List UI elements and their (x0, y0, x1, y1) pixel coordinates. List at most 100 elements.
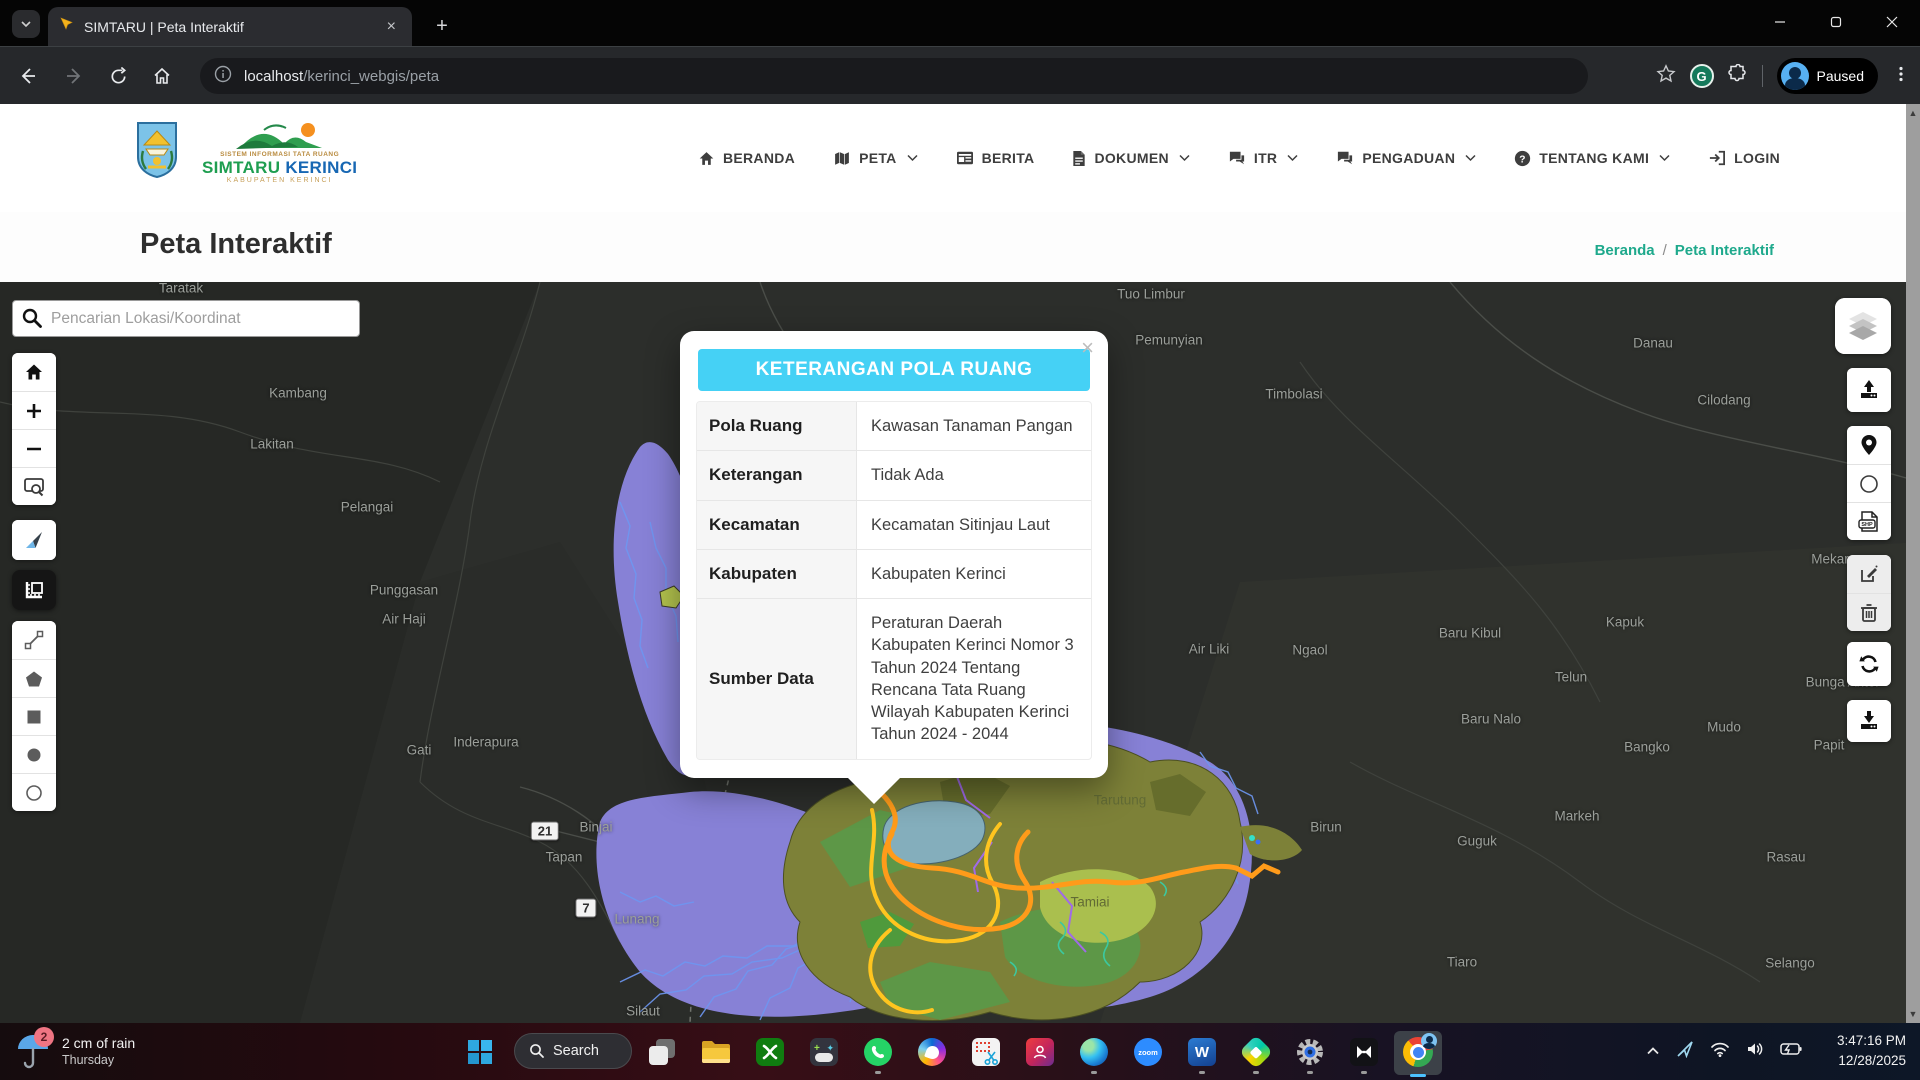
copilot-icon[interactable] (916, 1036, 948, 1068)
nav-peta[interactable]: PETA (833, 150, 918, 167)
zoom-in-icon[interactable] (12, 391, 56, 429)
map-label: Inderapura (453, 735, 518, 750)
game-bar-icon[interactable]: +✦ (808, 1036, 840, 1068)
feature-info-popup: × KETERANGAN POLA RUANG Pola Ruang Kawas… (680, 331, 1108, 778)
taskbar-search[interactable]: Search (514, 1033, 632, 1069)
start-button[interactable] (464, 1036, 496, 1068)
page-scrollbar[interactable]: ▲ ▼ (1906, 104, 1920, 1023)
breadcrumb-home-link[interactable]: Beranda (1595, 242, 1655, 259)
table-row: Kabupaten Kabupaten Kerinci (697, 549, 1091, 598)
file-explorer-icon[interactable] (700, 1036, 732, 1068)
zoom-out-icon[interactable] (12, 429, 56, 467)
scroll-down-icon[interactable]: ▼ (1906, 1007, 1920, 1021)
download-icon[interactable] (1847, 700, 1891, 742)
map-label: Timbolasi (1265, 387, 1322, 402)
bookmark-star-icon[interactable] (1656, 64, 1676, 89)
tab-close-icon[interactable]: × (381, 18, 402, 36)
search-input[interactable] (12, 300, 360, 337)
map-label: Binjai (579, 820, 612, 835)
settings-gear-icon[interactable] (1294, 1036, 1326, 1068)
xbox-icon[interactable] (754, 1036, 786, 1068)
draw-polygon-icon[interactable] (12, 659, 56, 697)
browser-menu-kebab-icon[interactable] (1892, 65, 1910, 88)
new-tab-button[interactable]: + (428, 12, 456, 40)
people-app-icon[interactable] (1024, 1036, 1056, 1068)
volume-icon[interactable] (1746, 1041, 1764, 1062)
draw-circle-icon[interactable] (12, 735, 56, 773)
refresh-icon[interactable] (1847, 642, 1891, 686)
page-title-bar: Peta Interaktif Beranda/Peta Interaktif (0, 212, 1920, 282)
map-label: Gati (407, 743, 432, 758)
draw-line-icon[interactable] (12, 621, 56, 659)
box-zoom-icon[interactable] (12, 467, 56, 505)
nav-tentang-kami[interactable]: ? TENTANG KAMI (1514, 150, 1670, 167)
road-badge: 21 (531, 822, 559, 841)
word-icon[interactable]: W (1186, 1036, 1218, 1068)
nav-itr[interactable]: ITR (1228, 150, 1298, 166)
zoom-icon[interactable]: zoom (1132, 1036, 1164, 1068)
running-indicator (1091, 1071, 1097, 1074)
draw-point-icon[interactable] (12, 773, 56, 811)
news-icon (956, 150, 974, 166)
map-label: Pelangai (341, 500, 394, 515)
upload-icon[interactable] (1847, 368, 1891, 412)
home-icon[interactable] (144, 58, 180, 94)
capcut-icon[interactable] (1348, 1036, 1380, 1068)
wifi-icon[interactable] (1710, 1041, 1730, 1062)
window-close-icon[interactable] (1864, 0, 1920, 44)
snipping-tool-icon[interactable] (970, 1036, 1002, 1068)
chat-icon (1336, 150, 1354, 166)
chrome-icon[interactable] (1402, 1036, 1434, 1068)
weather-widget[interactable]: 2 2 cm of rain Thursday (14, 1031, 135, 1071)
site-info-icon[interactable] (214, 65, 232, 88)
delete-trash-icon[interactable] (1847, 593, 1891, 631)
grammarly-extension-icon[interactable]: G (1690, 64, 1714, 88)
draw-rectangle-icon[interactable] (12, 697, 56, 735)
map-label: Taratak (159, 282, 203, 296)
nav-login[interactable]: LOGIN (1708, 150, 1780, 166)
window-maximize-icon[interactable] (1808, 0, 1864, 44)
measure-tool-icon[interactable] (12, 570, 56, 610)
scroll-up-icon[interactable]: ▲ (1906, 106, 1920, 120)
edge-icon[interactable] (1078, 1036, 1110, 1068)
home-extent-icon[interactable] (12, 353, 56, 391)
window-minimize-icon[interactable] (1752, 0, 1808, 44)
locate-arrow-icon[interactable] (12, 520, 56, 560)
table-row: Kecamatan Kecamatan Sitinjau Laut (697, 500, 1091, 549)
draw-tool-group (12, 621, 56, 811)
location-in-use-icon[interactable] (1676, 1040, 1694, 1063)
tray-date: 12/28/2025 (1837, 1051, 1906, 1071)
browser-tab[interactable]: SIMTARU | Peta Interaktif × (48, 7, 412, 46)
tray-chevron-icon[interactable] (1646, 1043, 1660, 1061)
nav-pengaduan[interactable]: PENGADUAN (1336, 150, 1476, 166)
brand-name-green: SIMTARU (202, 158, 280, 177)
nav-beranda[interactable]: BERANDA (698, 150, 795, 167)
nav-dokumen[interactable]: DOKUMEN (1072, 150, 1189, 167)
reload-icon[interactable] (100, 58, 136, 94)
map-label: Tamiai (1070, 895, 1109, 910)
forward-icon[interactable] (56, 58, 92, 94)
shapefile-icon[interactable]: SHP (1847, 502, 1891, 540)
map-label: Baru Kibul (1439, 626, 1501, 641)
popup-close-icon[interactable]: × (1077, 333, 1098, 363)
edit-icon[interactable] (1847, 555, 1891, 593)
map-label: Tapan (546, 850, 583, 865)
battery-icon[interactable] (1780, 1042, 1802, 1061)
nav-berita[interactable]: BERITA (956, 150, 1035, 166)
filmora-icon[interactable] (1240, 1036, 1272, 1068)
extensions-puzzle-icon[interactable] (1728, 64, 1748, 89)
map-label: Lunang (614, 912, 659, 927)
whatsapp-icon[interactable] (862, 1036, 894, 1068)
layers-icon[interactable] (1835, 298, 1891, 354)
tab-search-chevron-icon[interactable] (12, 10, 40, 38)
tray-clock[interactable]: 3:47:16 PM 12/28/2025 (1837, 1031, 1906, 1070)
back-icon[interactable] (10, 58, 46, 94)
map-label: Danau (1633, 336, 1673, 351)
circle-select-icon[interactable] (1847, 464, 1891, 502)
task-view-icon[interactable] (646, 1036, 678, 1068)
marker-pin-icon[interactable] (1847, 426, 1891, 464)
profile-button[interactable]: Paused (1777, 58, 1878, 94)
address-bar[interactable]: localhost/kerinci_webgis/peta (200, 58, 1588, 94)
kerinci-crest-logo (134, 119, 180, 184)
tab-title: SIMTARU | Peta Interaktif (84, 19, 381, 35)
